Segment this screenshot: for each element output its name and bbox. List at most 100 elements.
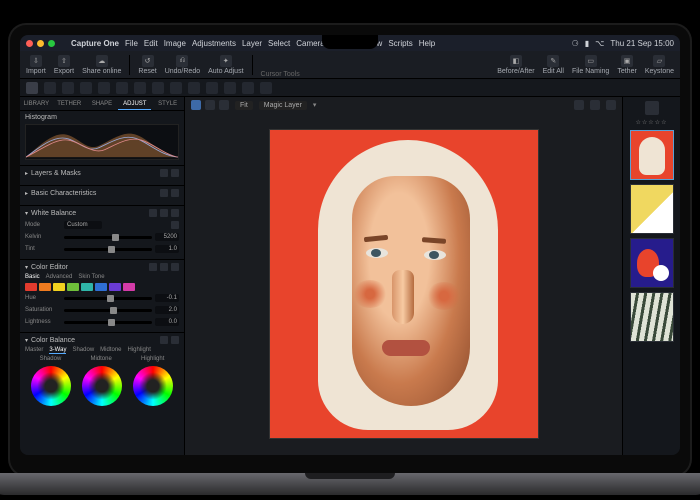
warning-icon[interactable]: [606, 100, 616, 110]
thumb-green-stripes[interactable]: [630, 292, 674, 342]
window-traffic-lights[interactable]: [26, 40, 55, 47]
chevron-down-icon[interactable]: ▾: [313, 101, 317, 109]
active-layer[interactable]: Magic Layer: [259, 101, 307, 110]
zoom-tool[interactable]: [62, 82, 74, 94]
kelvin-value[interactable]: 5200: [155, 233, 179, 241]
menu-adjustments[interactable]: Adjustments: [192, 39, 236, 48]
light-value[interactable]: 0.0: [155, 318, 179, 326]
menu-image[interactable]: Image: [164, 39, 186, 48]
wb-mode-select[interactable]: Custom: [64, 221, 102, 229]
menu-edit[interactable]: Edit: [144, 39, 158, 48]
crop-tool[interactable]: [80, 82, 92, 94]
menu-scripts[interactable]: Scripts: [388, 39, 412, 48]
ce-tab-advanced[interactable]: Advanced: [46, 274, 73, 280]
auto-adjust-button[interactable]: ✦Auto Adjust: [208, 55, 243, 75]
select-tool[interactable]: [26, 82, 38, 94]
kelvin-slider[interactable]: [64, 236, 152, 239]
cb-tab-midtone[interactable]: Midtone: [100, 347, 121, 354]
shadow-wheel[interactable]: [31, 366, 71, 406]
menu-icon[interactable]: [171, 189, 179, 197]
rating-stars[interactable]: ☆☆☆☆☆: [636, 119, 668, 126]
hand-tool[interactable]: [44, 82, 56, 94]
eraser-tool[interactable]: [170, 82, 182, 94]
minimize-icon[interactable]: [37, 40, 44, 47]
sat-slider[interactable]: [64, 309, 152, 312]
sat-value[interactable]: 2.0: [155, 306, 179, 314]
basic-section[interactable]: Basic Characteristics: [20, 186, 184, 206]
hue-slider[interactable]: [64, 297, 152, 300]
softproof-icon[interactable]: [590, 100, 600, 110]
app-name-menu[interactable]: Capture One: [71, 39, 119, 48]
cb-tab-highlight[interactable]: Highlight: [128, 347, 151, 354]
swatch-red[interactable]: [25, 283, 37, 291]
reset-icon[interactable]: [160, 209, 168, 217]
menu-file[interactable]: File: [125, 39, 138, 48]
control-center-icon[interactable]: ⌥: [595, 39, 604, 48]
swatch-cyan[interactable]: [81, 283, 93, 291]
cb-tab-3way[interactable]: 3-Way: [49, 347, 66, 354]
zoom-fit[interactable]: Fit: [235, 101, 253, 110]
menu-help[interactable]: Help: [419, 39, 435, 48]
maximize-icon[interactable]: [48, 40, 55, 47]
undo-redo-button[interactable]: ⎌Undo/Redo: [165, 55, 200, 75]
browser-tool-icon[interactable]: [645, 101, 659, 115]
swatch-orange[interactable]: [39, 283, 51, 291]
ce-tab-basic[interactable]: Basic: [25, 274, 40, 280]
menu-camera[interactable]: Camera: [296, 39, 324, 48]
close-icon[interactable]: [26, 40, 33, 47]
tether-button[interactable]: ▣Tether: [617, 55, 636, 75]
ce-tab-skin[interactable]: Skin Tone: [78, 274, 104, 280]
export-button[interactable]: ⇧Export: [54, 55, 74, 75]
swatch-magenta[interactable]: [123, 283, 135, 291]
picker-tool[interactable]: [224, 82, 236, 94]
menubar-clock[interactable]: Thu 21 Sep 15:00: [610, 39, 674, 48]
battery-icon[interactable]: ▮: [585, 39, 589, 48]
import-button[interactable]: ⇩Import: [26, 55, 46, 75]
spot-tool[interactable]: [134, 82, 146, 94]
canvas[interactable]: [185, 113, 622, 455]
radial-tool[interactable]: [206, 82, 218, 94]
menu-select[interactable]: Select: [268, 39, 290, 48]
tab-tether[interactable]: TETHER: [53, 97, 86, 110]
main-image[interactable]: [269, 129, 539, 439]
menu-icon[interactable]: [171, 209, 179, 217]
viewer-grid-icon[interactable]: [219, 100, 229, 110]
cb-tab-shadow[interactable]: Shadow: [72, 347, 94, 354]
eyedropper-icon[interactable]: [149, 209, 157, 217]
eyedropper-icon[interactable]: [149, 263, 157, 271]
edit-all-button[interactable]: ✎Edit All: [543, 55, 564, 75]
reset-button[interactable]: ↺Reset: [138, 55, 156, 75]
menu-layer[interactable]: Layer: [242, 39, 262, 48]
swatch-purple[interactable]: [109, 283, 121, 291]
share-button[interactable]: ☁Share online: [82, 55, 121, 75]
tool-icon[interactable]: [160, 169, 168, 177]
tab-shape[interactable]: SHAPE: [86, 97, 119, 110]
annotate-tool[interactable]: [242, 82, 254, 94]
thumb-abstract-egg[interactable]: [630, 238, 674, 288]
tool-icon[interactable]: [160, 189, 168, 197]
reset-icon[interactable]: [160, 263, 168, 271]
menu-icon[interactable]: [171, 263, 179, 271]
eyedropper-icon[interactable]: [171, 221, 179, 229]
swatch-yellow[interactable]: [53, 283, 65, 291]
thumb-yellow-bag[interactable]: [630, 184, 674, 234]
keystone-button[interactable]: ▱Keystone: [645, 55, 674, 75]
overlay-tool[interactable]: [260, 82, 272, 94]
file-naming-button[interactable]: ▭File Naming: [572, 55, 609, 75]
proof-icon[interactable]: [574, 100, 584, 110]
wifi-icon[interactable]: ⚆: [572, 39, 579, 48]
midtone-wheel[interactable]: [82, 366, 122, 406]
tab-adjust[interactable]: ADJUST: [118, 97, 151, 110]
hue-value[interactable]: -0.1: [155, 294, 179, 302]
tab-library[interactable]: LIBRARY: [20, 97, 53, 110]
thumb-portrait-hood[interactable]: [630, 130, 674, 180]
menu-icon[interactable]: [171, 336, 179, 344]
tint-slider[interactable]: [64, 248, 152, 251]
swatch-green[interactable]: [67, 283, 79, 291]
keystone-tool[interactable]: [116, 82, 128, 94]
tint-value[interactable]: 1.0: [155, 245, 179, 253]
gradient-tool[interactable]: [188, 82, 200, 94]
before-after-button[interactable]: ◧Before/After: [497, 55, 534, 75]
brush-tool[interactable]: [152, 82, 164, 94]
layers-section[interactable]: Layers & Masks: [20, 166, 184, 186]
